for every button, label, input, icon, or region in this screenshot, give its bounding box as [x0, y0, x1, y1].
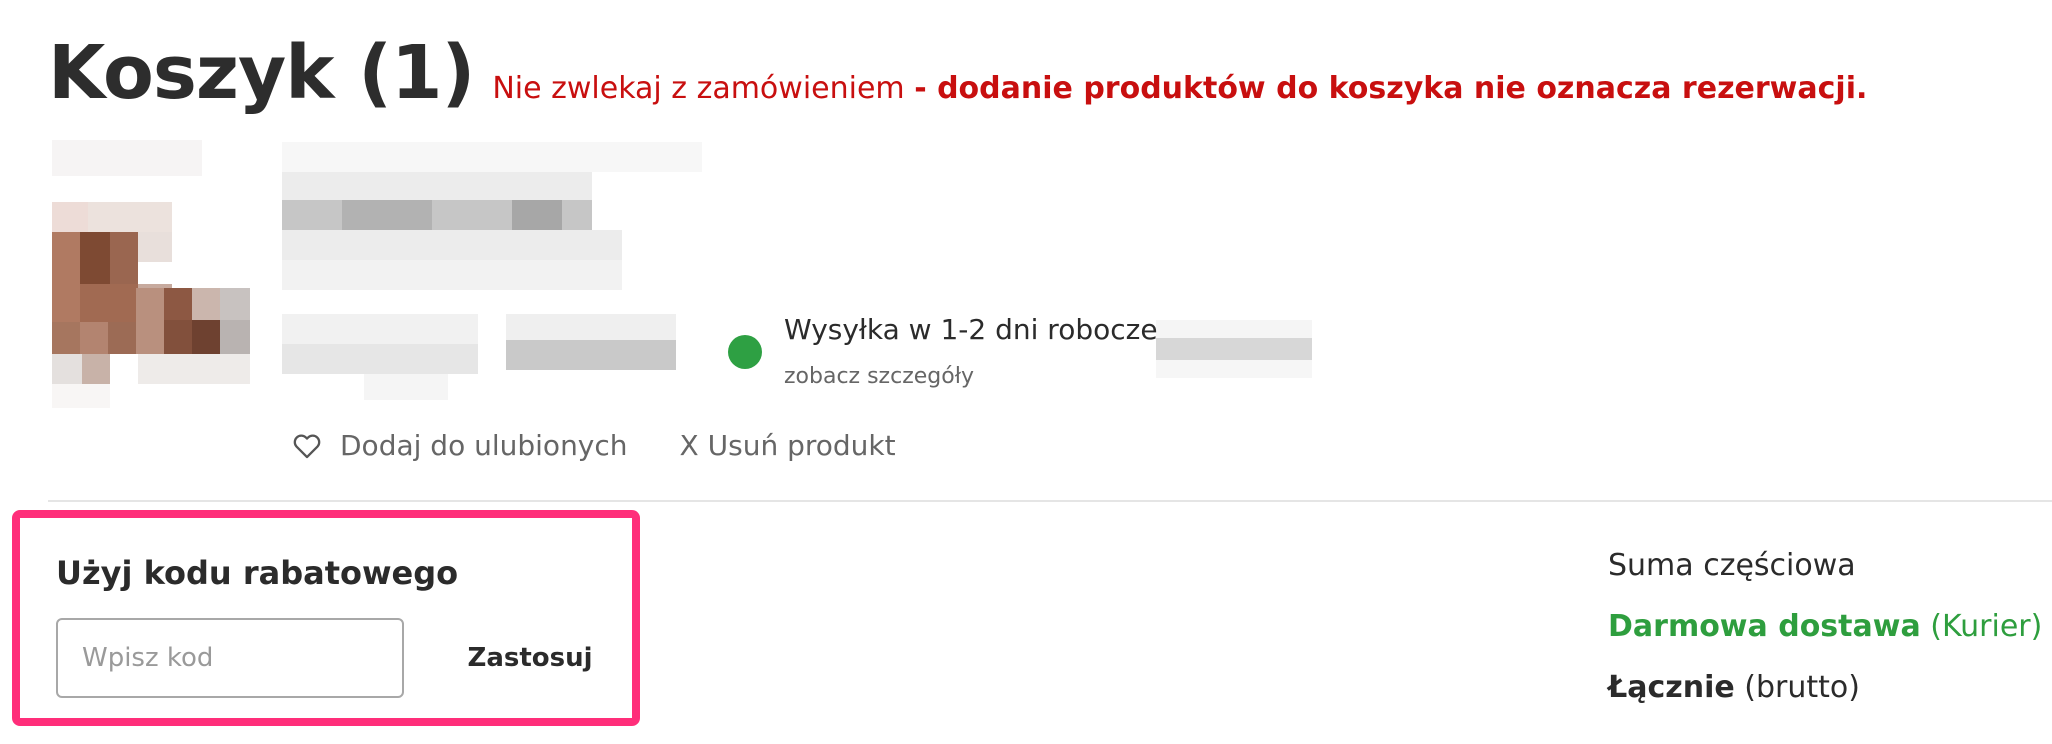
discount-code-section: Użyj kodu rabatowego Zastosuj — [12, 510, 640, 726]
add-to-favorites-button[interactable]: Dodaj do ulubionych — [290, 428, 628, 462]
delivery-row: Darmowa dostawa (Kurier) — [1608, 609, 2048, 644]
page-title: Koszyk (1) — [48, 30, 475, 116]
product-price-redacted — [506, 314, 676, 374]
total-row: Łącznie (brutto) — [1608, 670, 2048, 705]
discount-title: Użyj kodu rabatowego — [56, 554, 459, 592]
product-name-redacted[interactable] — [282, 142, 702, 302]
status-dot-icon — [728, 335, 762, 369]
section-divider — [48, 500, 2052, 502]
shipping-status: Wysyłka w 1-2 dni robocze zobacz szczegó… — [728, 313, 1158, 389]
shipping-time: Wysyłka w 1-2 dni robocze — [784, 313, 1158, 346]
delivery-method: (Kurier) — [1930, 609, 2043, 644]
discount-code-input[interactable] — [56, 618, 404, 698]
add-to-favorites-label: Dodaj do ulubionych — [340, 428, 628, 462]
product-image-redacted[interactable] — [52, 140, 262, 410]
cart-page: Koszyk (1) Nie zwlekaj z zamówieniem - d… — [0, 0, 2052, 744]
apply-discount-button[interactable]: Zastosuj — [460, 618, 600, 698]
reservation-notice: Nie zwlekaj z zamówieniem - dodanie prod… — [492, 71, 1867, 106]
cart-header: Koszyk (1) Nie zwlekaj z zamówieniem - d… — [48, 30, 1867, 116]
product-attribute-redacted — [282, 314, 478, 400]
remove-product-label: X Usuń produkt — [679, 428, 896, 462]
product-actions: Dodaj do ulubionych X Usuń produkt — [290, 428, 896, 462]
shipping-status-text: Wysyłka w 1-2 dni robocze zobacz szczegó… — [784, 313, 1158, 389]
notice-bold-text: - dodanie produktów do koszyka nie oznac… — [914, 71, 1868, 106]
remove-product-button[interactable]: X Usuń produkt — [680, 429, 896, 462]
order-summary: Suma częściowa Darmowa dostawa (Kurier) … — [1608, 548, 2048, 705]
delivery-label: Darmowa dostawa — [1608, 609, 1921, 644]
total-suffix: (brutto) — [1744, 670, 1860, 705]
notice-regular-text: Nie zwlekaj z zamówieniem — [492, 71, 905, 106]
shipping-details-link[interactable]: zobacz szczegóły — [784, 364, 1158, 389]
subtotal-label: Suma częściowa — [1608, 548, 1856, 583]
heart-icon — [293, 434, 321, 459]
total-label: Łącznie — [1608, 670, 1735, 705]
product-quantity-redacted[interactable] — [1156, 320, 1312, 380]
